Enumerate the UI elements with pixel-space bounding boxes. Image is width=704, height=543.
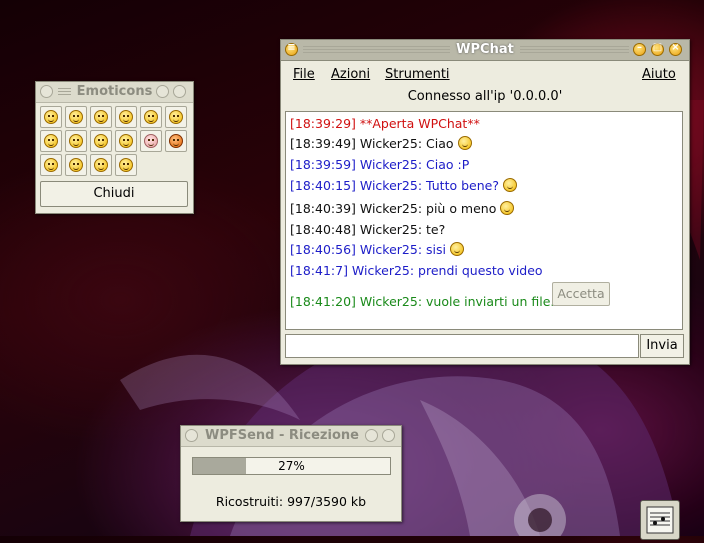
accetta-button[interactable]: Accetta — [552, 282, 610, 306]
emoticon-sad[interactable] — [140, 106, 162, 128]
emoticon-confused[interactable] — [90, 154, 112, 176]
wpchat-titlebar[interactable]: ≡ WPChat – □ × — [281, 40, 689, 61]
invia-button[interactable]: Invia — [640, 334, 684, 358]
chiudi-button[interactable]: Chiudi — [40, 181, 188, 207]
message-input[interactable] — [285, 334, 639, 358]
emoticon-shocked[interactable] — [65, 154, 87, 176]
wpfsend-title: WPFSend - Ricezione — [205, 428, 359, 443]
emoticon-blush[interactable] — [115, 106, 137, 128]
chat-log[interactable]: [18:39:29] **Aperta WPChat** [18:39:49] … — [285, 111, 683, 330]
window-menu-button[interactable] — [185, 429, 198, 442]
blush-icon — [119, 110, 133, 124]
menu-azioni[interactable]: Azioni — [331, 67, 370, 82]
connection-status: Connesso all'ip '0.0.0.0' — [407, 89, 563, 104]
emoticons-window: Emoticons Chiudi — [35, 81, 194, 214]
nerd-icon — [119, 134, 133, 148]
chat-message: [18:40:56] Wicker25: sisi — [290, 242, 464, 257]
pig-icon — [144, 134, 158, 148]
minimize-button[interactable] — [156, 85, 169, 98]
emoticon-cool[interactable] — [90, 106, 112, 128]
wink-icon — [119, 158, 133, 172]
wpchat-title: WPChat — [450, 42, 520, 57]
close-window-button[interactable]: × — [669, 42, 682, 56]
chat-message: [18:40:39] Wicker25: più o meno — [290, 201, 515, 216]
emoticon-laugh[interactable] — [165, 106, 187, 128]
progress-label: 27% — [278, 459, 305, 473]
tongue-icon — [44, 158, 58, 172]
laugh-icon — [502, 178, 517, 192]
shocked-icon — [69, 158, 83, 172]
emoticon-neutral[interactable] — [65, 130, 87, 152]
menubar: File Azioni Strumenti Aiuto — [281, 61, 689, 87]
minimize-button[interactable] — [365, 429, 378, 442]
menu-strumenti[interactable]: Strumenti — [385, 67, 450, 82]
grin-icon — [457, 136, 472, 150]
wpfsend-window: WPFSend - Ricezione 27% Ricostruiti: 997… — [180, 425, 402, 522]
minimize-button[interactable]: – — [633, 42, 646, 56]
cool-icon — [94, 110, 108, 124]
chat-message: [18:39:59] Wicker25: Ciao :P — [290, 157, 470, 172]
neutral-icon — [69, 134, 83, 148]
emoticon-pig[interactable] — [140, 130, 162, 152]
maximize-button[interactable]: □ — [651, 42, 664, 56]
chat-message: [18:41:7] Wicker25: prendi questo video — [290, 263, 543, 278]
emoticons-title: Emoticons — [70, 84, 159, 99]
nerd-icon — [500, 201, 515, 215]
emoticon-smile[interactable] — [40, 106, 62, 128]
chat-message: [18:39:29] **Aperta WPChat** — [290, 116, 480, 131]
chat-message: [18:41:20] Wicker25: vuole inviarti un f… — [290, 294, 555, 309]
menu-aiuto[interactable]: Aiuto — [642, 67, 676, 82]
grin-icon — [69, 110, 83, 124]
emoticon-tongue[interactable] — [40, 154, 62, 176]
music-sheet-icon[interactable] — [640, 500, 680, 540]
emoticon-sunglasses[interactable] — [90, 130, 112, 152]
chat-message: [18:39:49] Wicker25: Ciao — [290, 136, 472, 151]
laugh-icon — [449, 242, 464, 256]
emoticon-grin[interactable] — [65, 106, 87, 128]
sunglasses-icon — [94, 134, 108, 148]
wpchat-window: ≡ WPChat – □ × File Azioni Strumenti Aiu… — [280, 39, 690, 365]
confused-icon — [94, 158, 108, 172]
smile-icon — [44, 110, 58, 124]
close-window-button[interactable] — [173, 85, 186, 98]
sad-icon — [144, 110, 158, 124]
emoticon-nerd[interactable] — [115, 130, 137, 152]
wpfsend-titlebar[interactable]: WPFSend - Ricezione — [181, 426, 401, 447]
surprised-icon — [44, 134, 58, 148]
devil-icon — [169, 134, 183, 148]
emoticons-titlebar[interactable]: Emoticons — [36, 82, 193, 103]
laugh-icon — [169, 110, 183, 124]
emoticon-surprised[interactable] — [40, 130, 62, 152]
transfer-progress-bar: 27% — [192, 457, 391, 475]
emoticon-wink[interactable] — [115, 154, 137, 176]
menu-file[interactable]: File — [293, 67, 315, 82]
chat-message: [18:40:48] Wicker25: te? — [290, 222, 446, 237]
chat-message: [18:40:15] Wicker25: Tutto bene? — [290, 178, 517, 193]
emoticon-devil[interactable] — [165, 130, 187, 152]
close-window-button[interactable] — [382, 429, 395, 442]
received-size: Ricostruiti: 997/3590 kb — [215, 494, 367, 509]
